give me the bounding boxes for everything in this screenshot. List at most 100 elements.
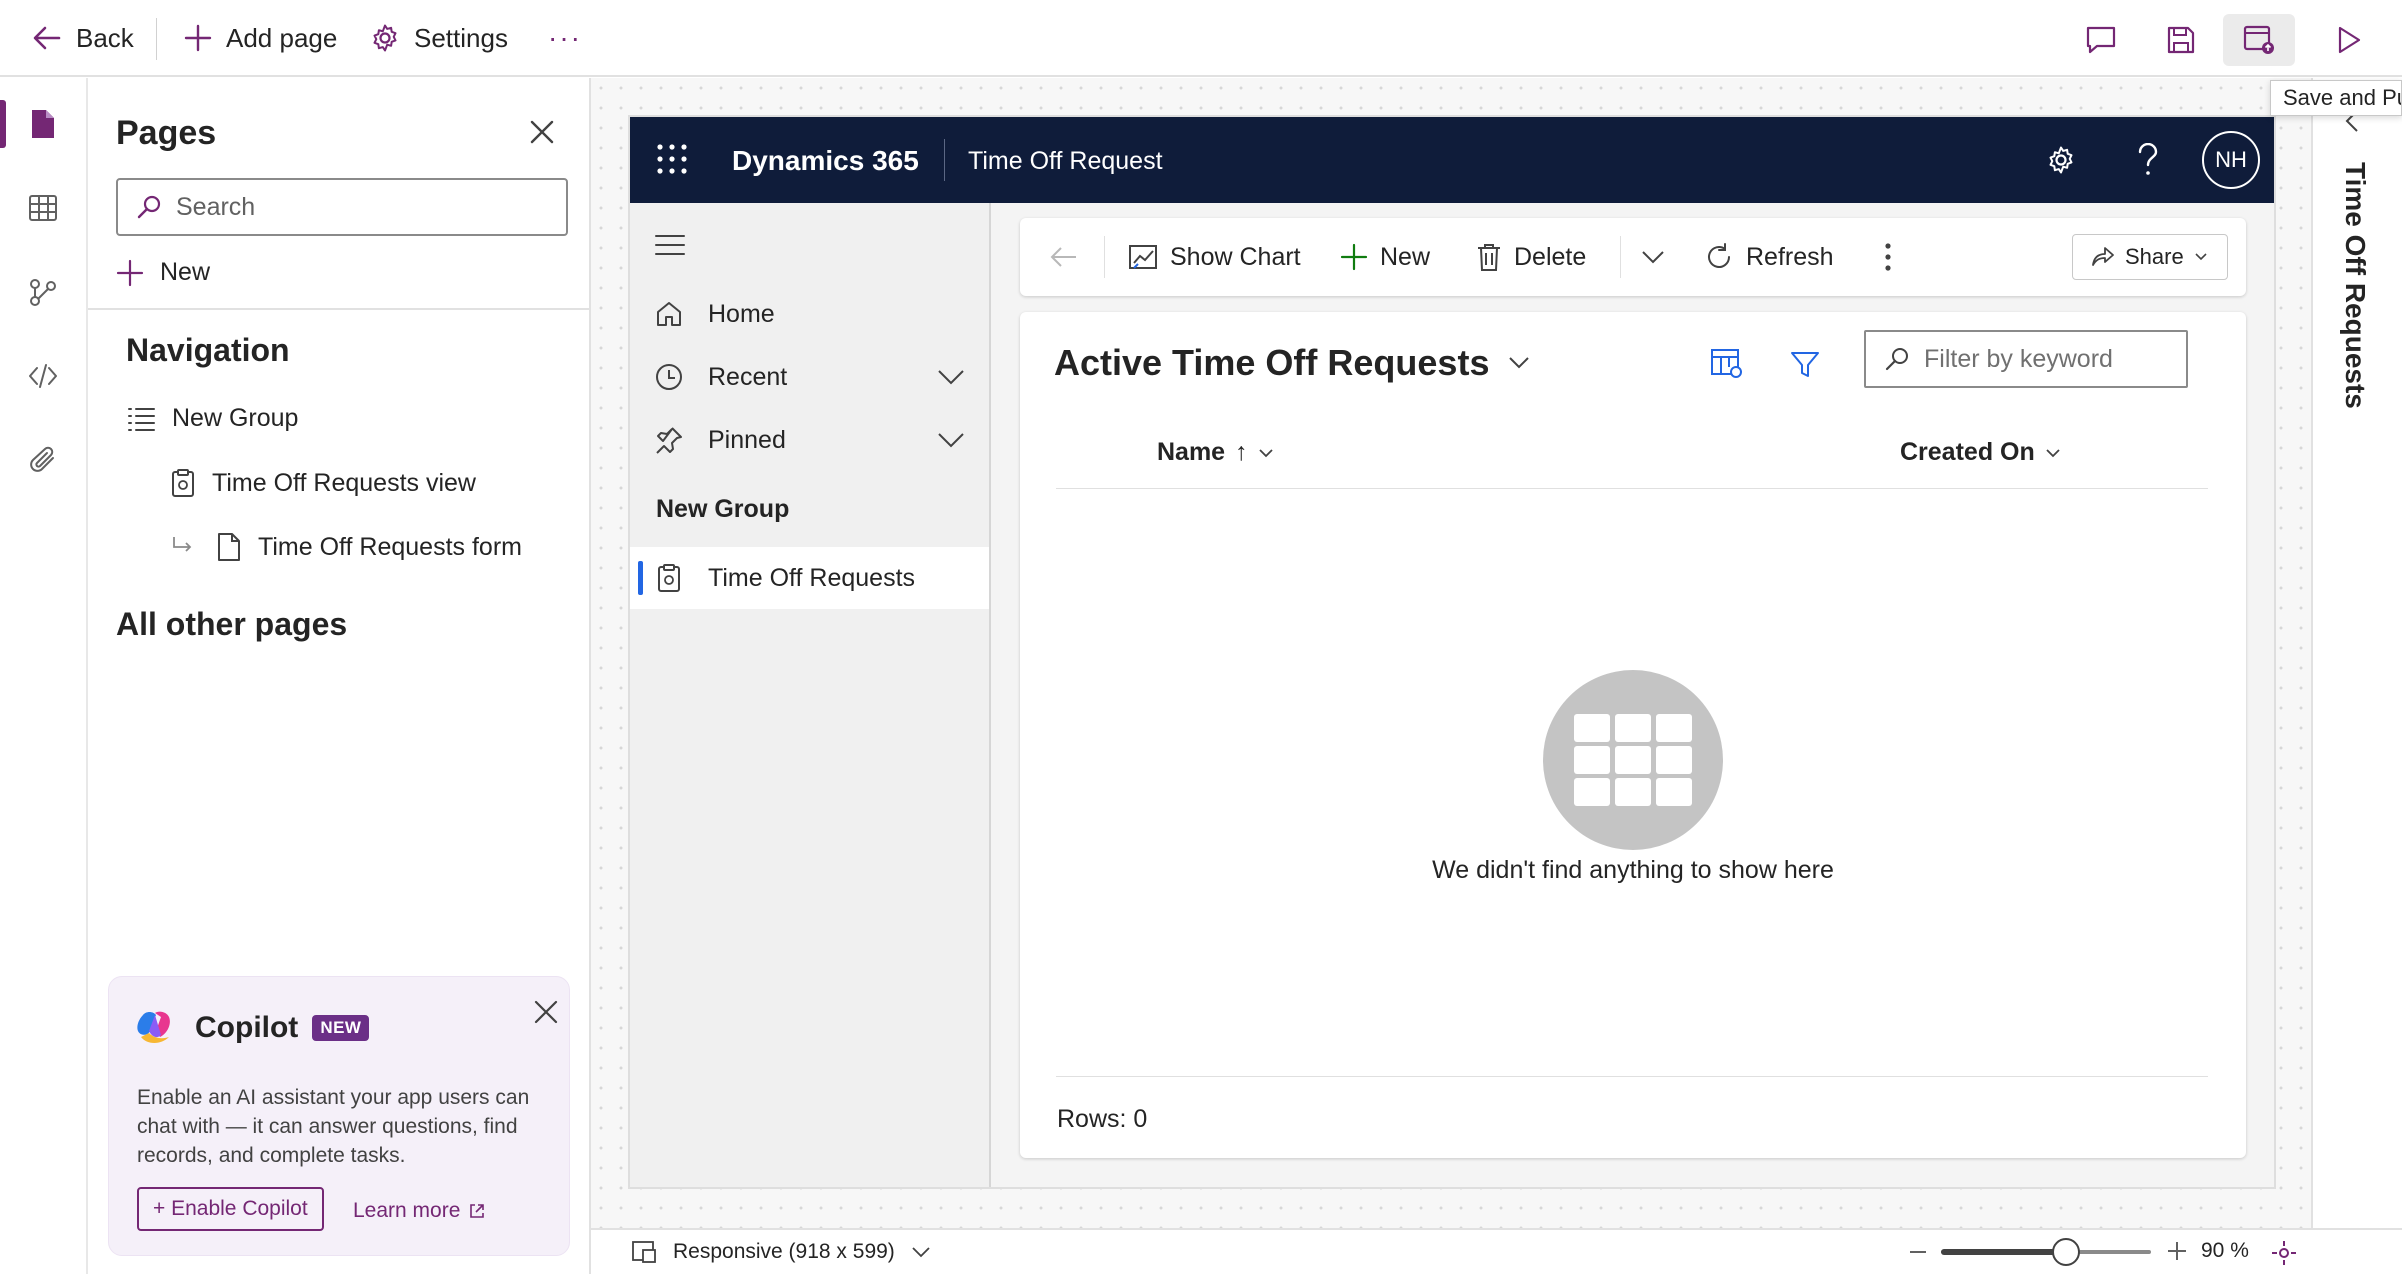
nav-item-form[interactable]: Time Off Requests form [170,532,522,562]
learn-more-label: Learn more [353,1199,461,1222]
viewport-selector[interactable]: Responsive (918 x 599) [631,1230,931,1274]
more-commands-dropdown[interactable] [1640,218,1666,296]
home-label: Home [708,299,775,328]
nav-back-button[interactable] [1050,218,1078,296]
learn-more-link[interactable]: Learn more [353,1199,486,1223]
hamburger-icon [655,235,685,255]
trash-icon [1478,244,1500,271]
external-link-icon [470,1204,485,1218]
footer-divider [1056,1076,2208,1077]
pinned-label: Pinned [708,425,786,454]
add-page-button[interactable]: Add page [184,0,337,76]
chevron-down-icon [1642,251,1664,264]
list-icon [128,407,155,431]
search-icon [1885,348,1908,371]
show-chart-button[interactable]: Show Chart [1128,218,1301,296]
settings-label: Settings [414,22,508,53]
more-options-button[interactable]: ··· [548,0,582,76]
refresh-label: Refresh [1746,242,1834,271]
delete-button[interactable]: Delete [1476,218,1586,296]
zoom-in-button[interactable] [2167,1241,2187,1261]
app-header: Dynamics 365 Time Off Request NH [630,117,2274,203]
copilot-card: Copilot NEW Enable an AI assistant your … [108,976,570,1256]
share-icon [2092,247,2114,266]
zoom-slider-thumb[interactable] [2052,1238,2081,1266]
fit-screen-icon [2272,1241,2296,1265]
sitemap-recent[interactable]: Recent [630,346,989,408]
minus-icon [1910,1251,1926,1253]
app-name[interactable]: Time Off Request [968,147,1163,176]
code-icon [29,364,57,388]
plus-icon [184,24,212,52]
close-icon [534,1000,558,1024]
overflow-button[interactable] [1884,218,1892,296]
header-settings-button[interactable] [2046,145,2076,175]
enable-copilot-button[interactable]: + Enable Copilot [137,1187,324,1231]
toolbar-divider [156,18,157,60]
automation-rail-button[interactable] [0,260,86,324]
solutions-rail-button[interactable] [0,428,86,492]
column-header-name[interactable]: Name ↑ [1157,438,1274,467]
viewport-label: Responsive (918 x 599) [673,1240,895,1263]
left-rail [0,78,88,1274]
new-record-button[interactable]: New [1340,218,1430,296]
fit-to-screen-button[interactable] [2271,1240,2297,1266]
edit-columns-button[interactable] [1710,348,1744,380]
pages-search-input[interactable]: Search [116,178,568,236]
new-label: New [160,258,211,286]
view-selector[interactable]: Active Time Off Requests [1054,342,1531,384]
chevron-down-icon [1258,448,1273,457]
clock-icon [656,364,682,390]
delete-label: Delete [1514,242,1587,271]
play-icon [2338,26,2361,54]
page-icon [32,110,54,138]
new-page-button[interactable]: New [116,258,210,287]
nav-item-view[interactable]: Time Off Requests view [170,468,476,498]
copilot-title: Copilot [195,1011,299,1044]
nav-group-new-group[interactable]: New Group [126,404,298,433]
app-launcher-icon[interactable] [656,143,688,175]
filter-keyword-input[interactable]: Filter by keyword [1864,330,2188,388]
data-rail-button[interactable] [0,176,86,240]
close-pages-button[interactable] [528,118,556,146]
sitemap-pinned[interactable]: Pinned [630,409,989,471]
share-button[interactable]: Share [2072,234,2228,280]
close-copilot-button[interactable] [533,999,559,1025]
more-options-label: ··· [548,22,582,53]
pages-rail-button[interactable] [0,92,86,156]
cmd-divider [1620,236,1621,278]
properties-pane-title: Time Off Requests [2340,162,2371,409]
chevron-down-icon [938,433,964,448]
nav-item-label: Time Off Requests view [212,468,476,497]
entity-icon [658,564,680,592]
comments-button[interactable] [2065,14,2137,66]
filter-button[interactable] [1790,350,1820,380]
play-button[interactable] [2313,14,2385,66]
view-title: Active Time Off Requests [1054,342,1490,383]
back-label: Back [76,22,134,53]
publish-button[interactable] [2223,14,2295,66]
edit-columns-icon [1711,349,1742,378]
save-button[interactable] [2145,14,2217,66]
sort-ascending-icon: ↑ [1235,438,1248,466]
column-header-created-on[interactable]: Created On [1900,438,2061,467]
help-button[interactable] [2136,143,2160,177]
chevron-down-icon [912,1247,930,1258]
pages-panel: Pages Search New Navigation New Group Ti… [88,78,591,1274]
save-and-publish-tooltip: Save and Publish [2270,80,2402,116]
user-avatar[interactable]: NH [2202,131,2260,189]
sitemap-time-off-requests[interactable]: Time Off Requests [630,547,989,609]
column-name-label: Name [1157,438,1226,466]
selected-indicator [638,561,643,595]
settings-button[interactable]: Settings [370,0,508,76]
sitemap-home[interactable]: Home [630,283,989,345]
brand-name[interactable]: Dynamics 365 [732,145,919,177]
back-button[interactable]: Back [32,0,134,76]
zoom-out-button[interactable] [1909,1250,1927,1254]
show-chart-label: Show Chart [1170,242,1301,271]
zoom-slider[interactable] [1941,1238,2151,1266]
home-icon [657,302,681,326]
code-rail-button[interactable] [0,344,86,408]
refresh-button[interactable]: Refresh [1704,218,1834,296]
hamburger-menu-button[interactable] [654,233,686,257]
